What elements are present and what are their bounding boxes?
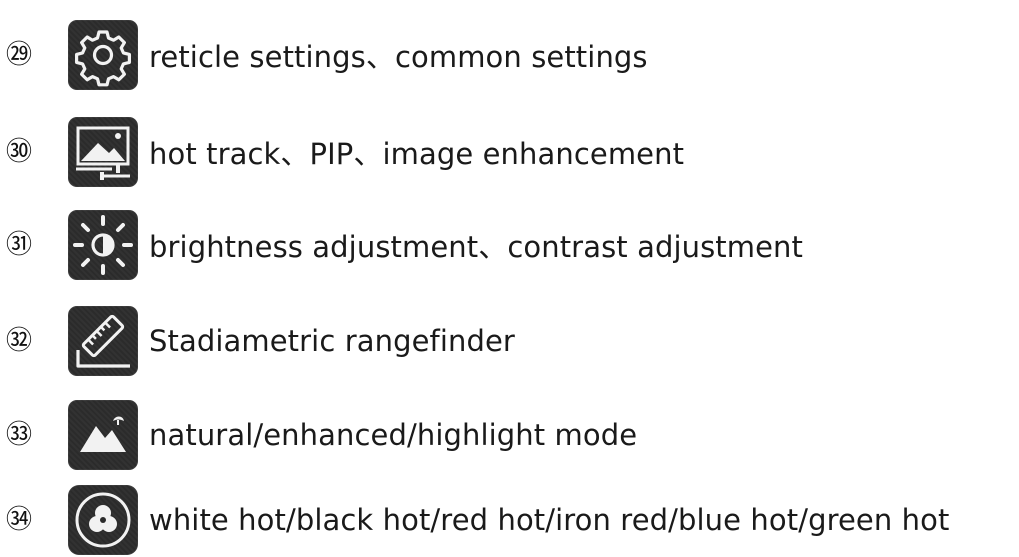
brightness-contrast-icon bbox=[68, 210, 138, 280]
item-label: natural/enhanced/highlight mode bbox=[149, 418, 638, 452]
ruler-icon bbox=[68, 306, 138, 376]
item-number: ㉚ bbox=[6, 137, 33, 167]
gear-icon bbox=[68, 20, 138, 90]
list-item-stadiametric-rangefinder: ㉜ Stadiametric rangefinder bbox=[0, 304, 1019, 378]
item-label: brightness adjustment、contrast adjustmen… bbox=[149, 230, 804, 264]
list-item-reticle-common-settings: ㉙ reticle settings、common settings bbox=[0, 18, 1019, 92]
item-label: Stadiametric rangefinder bbox=[149, 324, 515, 358]
list-item-color-palette: ㉞ white hot/black hot/red hot/iron red/b… bbox=[0, 483, 1019, 557]
color-palette-icon bbox=[68, 485, 138, 555]
item-label: reticle settings、common settings bbox=[149, 40, 648, 74]
mountain-icon bbox=[68, 400, 138, 470]
item-label: hot track、PIP、image enhancement bbox=[149, 137, 685, 171]
item-number: ㉛ bbox=[6, 230, 33, 260]
item-number: ㉞ bbox=[6, 505, 33, 535]
list-item-display-mode: ㉝ natural/enhanced/highlight mode bbox=[0, 398, 1019, 472]
item-number: ㉝ bbox=[6, 420, 33, 450]
list-item-hot-track-pip: ㉚ hot track、PIP、image enhancement bbox=[0, 115, 1019, 189]
item-number: ㉜ bbox=[6, 326, 33, 356]
item-number: ㉙ bbox=[6, 40, 33, 70]
image-adjust-icon bbox=[68, 117, 138, 187]
item-label: white hot/black hot/red hot/iron red/blu… bbox=[149, 503, 950, 537]
list-item-brightness-contrast: ㉛ brightness adjustment、contrast adjustm… bbox=[0, 208, 1019, 282]
